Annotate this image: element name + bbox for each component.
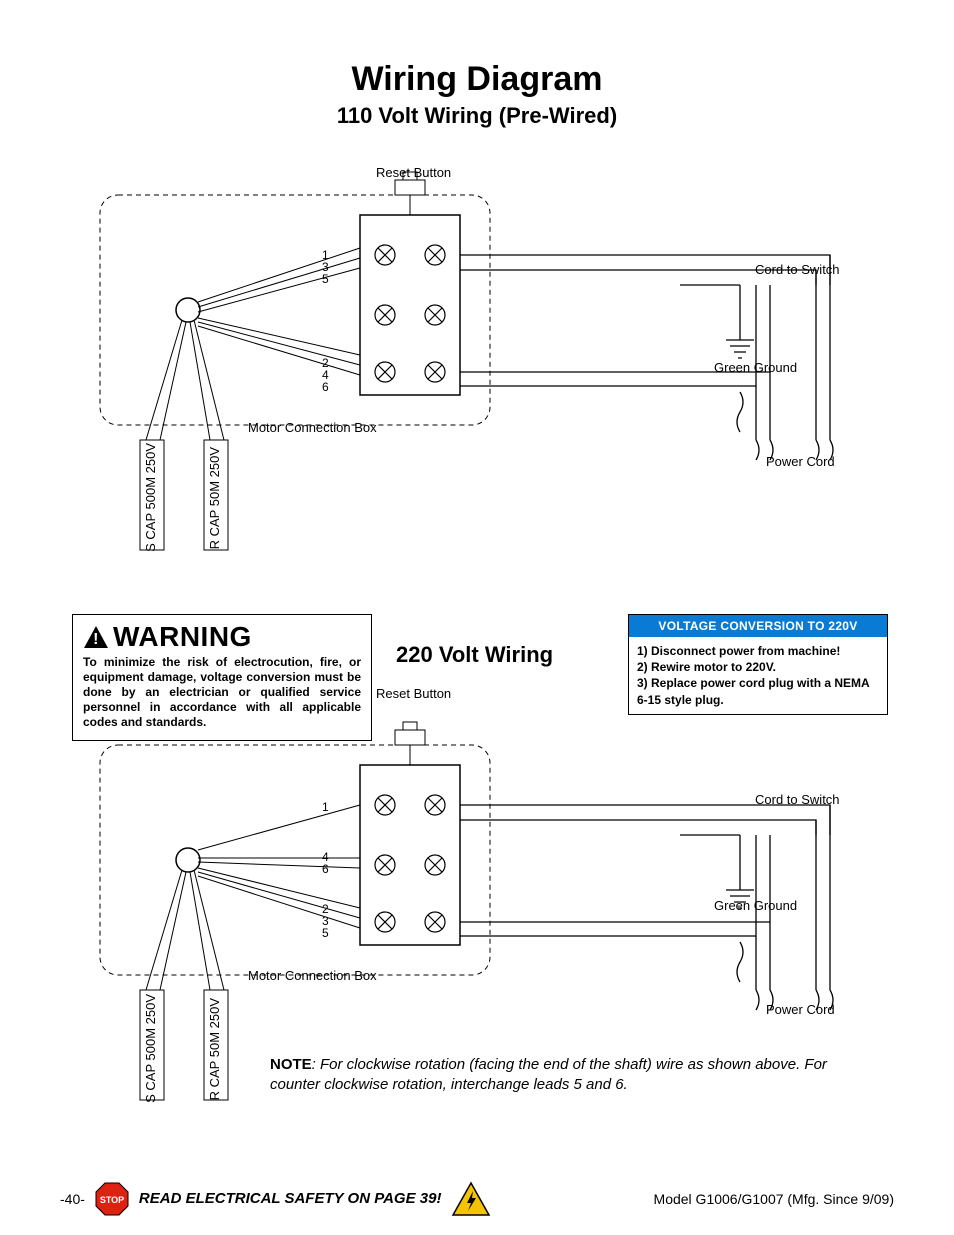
ground-label-220: Green Ground [714, 898, 797, 913]
term-110-5: 5 [322, 272, 329, 286]
term-110-6: 6 [322, 380, 329, 394]
term-220-6: 6 [322, 862, 329, 876]
power-cord-110: Power Cord [766, 454, 835, 469]
footer-safety-text: READ ELECTRICAL SAFETY ON PAGE 39! [139, 1190, 442, 1208]
r-cap-220: R CAP 50M 250V [207, 998, 222, 1100]
ground-label-110: Green Ground [714, 360, 797, 375]
footer-model: Model G1006/G1007 (Mfg. Since 9/09) [654, 1191, 894, 1207]
s-cap-220: S CAP 500M 250V [143, 994, 158, 1103]
motor-box-label-110: Motor Connection Box [248, 420, 377, 435]
stop-icon: STOP [95, 1182, 129, 1216]
subtitle-220: 220 Volt Wiring [396, 642, 553, 668]
power-cord-220: Power Cord [766, 1002, 835, 1017]
page-title: Wiring Diagram [50, 60, 904, 99]
reset-label-220: Reset Button [376, 686, 451, 701]
rotation-note: NOTE: For clockwise rotation (facing the… [270, 1055, 880, 1094]
shock-warning-icon [451, 1181, 491, 1217]
cord-switch-110: Cord to Switch [755, 262, 840, 277]
term-220-5: 5 [322, 926, 329, 940]
warning-icon: ! [83, 625, 109, 649]
warning-heading: ! WARNING [83, 621, 361, 653]
cord-switch-220: Cord to Switch [755, 792, 840, 807]
svg-text:STOP: STOP [100, 1195, 124, 1205]
page-number: -40- [60, 1191, 85, 1207]
page-footer: -40- STOP READ ELECTRICAL SAFETY ON PAGE… [0, 1181, 954, 1217]
voltconv-heading: VOLTAGE CONVERSION TO 220V [629, 615, 887, 637]
subtitle-110: 110 Volt Wiring (Pre-Wired) [50, 103, 904, 129]
s-cap-110: S CAP 500M 250V [143, 443, 158, 552]
reset-label-110: Reset Button [376, 165, 451, 180]
svg-text:!: ! [93, 631, 99, 648]
r-cap-110: R CAP 50M 250V [207, 447, 222, 549]
motor-box-label-220: Motor Connection Box [248, 968, 377, 983]
term-220-1: 1 [322, 800, 329, 814]
